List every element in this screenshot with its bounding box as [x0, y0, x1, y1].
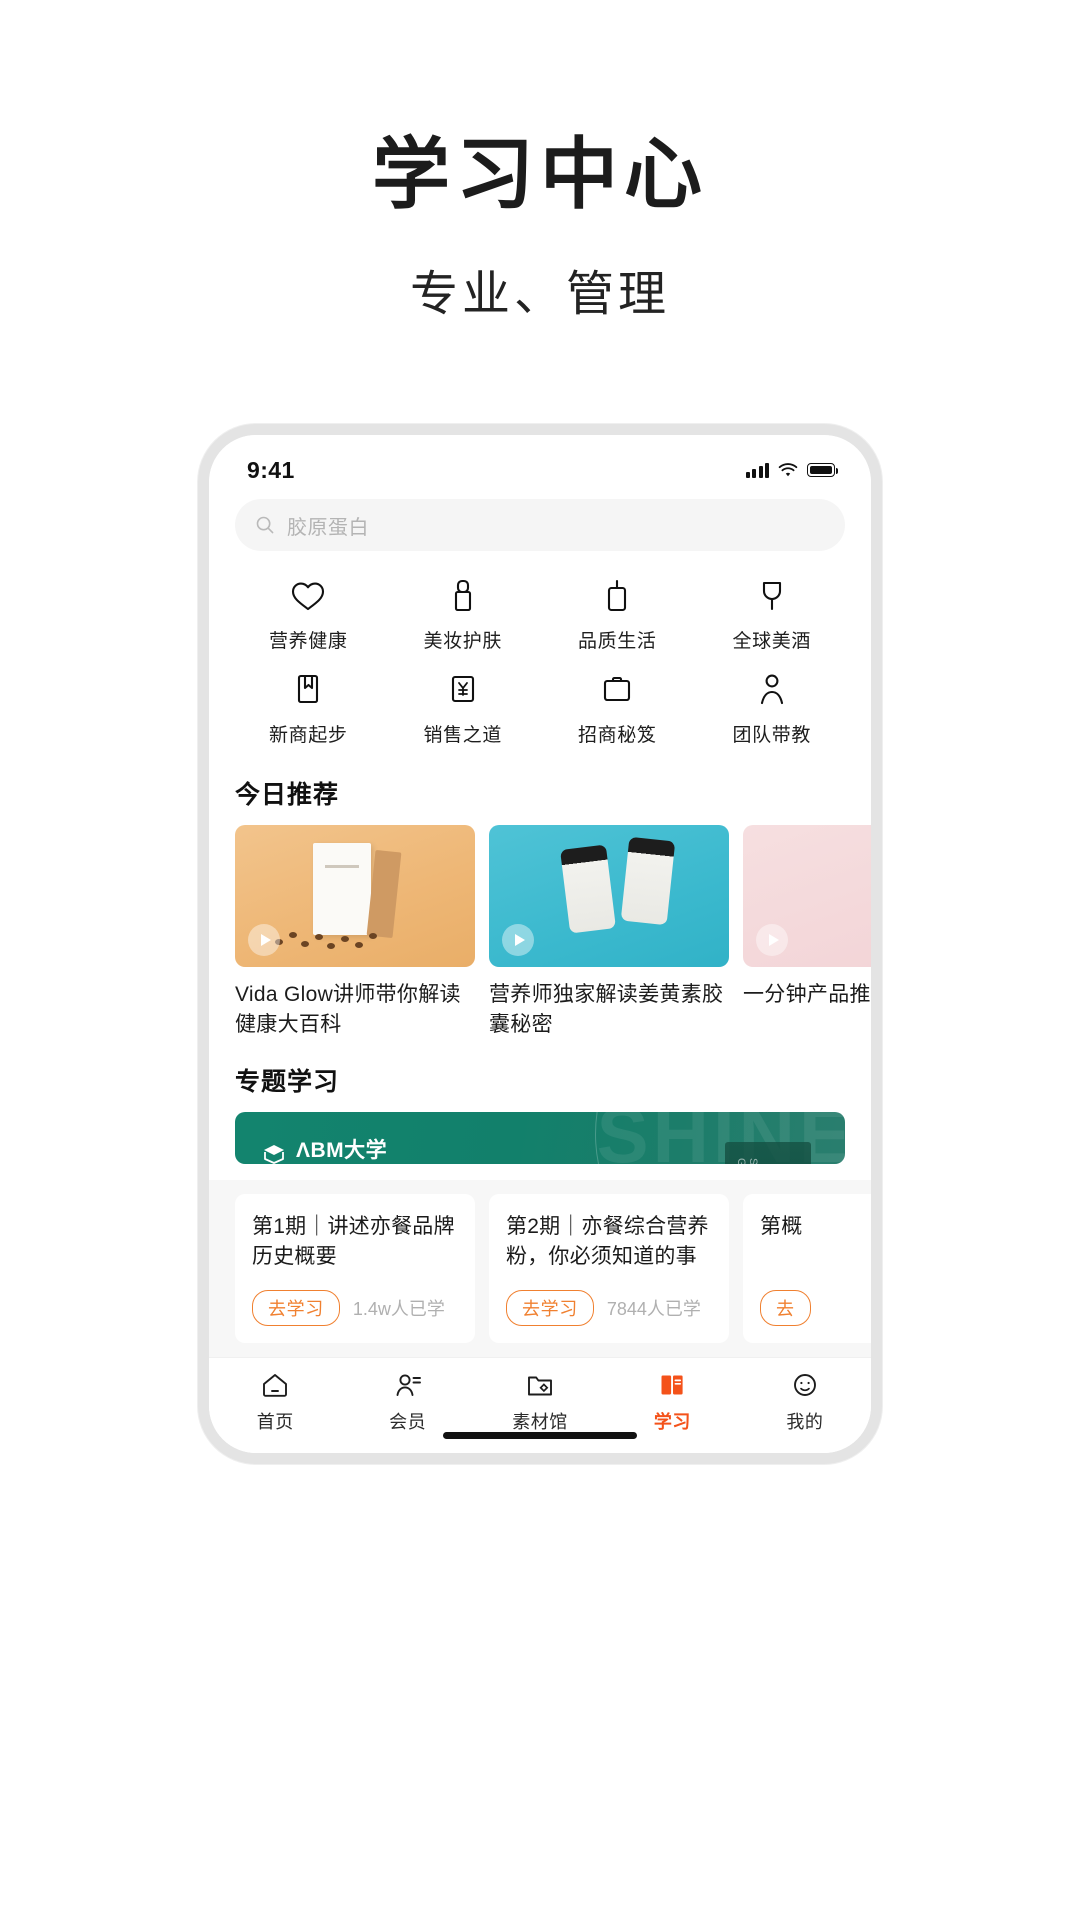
tab-label: 首页 [256, 1412, 294, 1432]
search-icon [256, 516, 274, 534]
category-label: 全球美酒 [732, 631, 811, 652]
course-learner-count: 7844人已学 [606, 1299, 701, 1319]
today-card-thumbnail [235, 825, 475, 967]
category-label: 营养健康 [269, 631, 348, 652]
category-item-nutrition[interactable]: 营养健康 [231, 577, 386, 653]
course-title: 第概 [760, 1215, 803, 1238]
tab-materials[interactable]: 素材馆 [474, 1370, 606, 1434]
today-heading: 今日推荐 [235, 781, 340, 809]
category-grid: 营养健康 美妆护肤 品质生活 全球美酒 新商起步 销售之道 招商秘笈 团队带教 [209, 551, 871, 753]
yen-icon [447, 671, 479, 709]
heart-icon [290, 577, 326, 615]
today-card-thumbnail [743, 825, 871, 967]
search-section: 胶原蛋白 [209, 497, 871, 551]
tab-label: 学习 [653, 1412, 691, 1432]
page-title: 学习中心 [371, 130, 708, 218]
course-footer: 去学习 7844人已学 [506, 1290, 712, 1326]
course-learner-count: 1.4w人已学 [352, 1299, 445, 1319]
category-label: 团队带教 [732, 725, 811, 746]
today-card-title: 营养师独家解读姜黄素胶囊秘密 [489, 983, 724, 1036]
banner-brand-name: ΛBM大学 [296, 1138, 388, 1162]
product-box-graphic [313, 843, 371, 935]
banner-pack-text: SHINE GREENS [735, 1158, 759, 1164]
course-cta-button[interactable]: 去 [760, 1290, 811, 1326]
today-card-thumbnail [489, 825, 729, 967]
signal-bars-icon [745, 462, 769, 478]
search-placeholder: 胶原蛋白 [287, 516, 369, 539]
hero-section: 学习中心 专业、管理 [0, 0, 1080, 324]
today-card-title: 一分钟产品推 [743, 983, 871, 1006]
bag-icon [601, 577, 633, 615]
search-input[interactable]: 胶原蛋白 [235, 499, 845, 551]
page-subtitle: 专业、管理 [409, 268, 670, 322]
category-item-sales[interactable]: 销售之道 [386, 671, 541, 747]
tab-home[interactable]: 首页 [209, 1370, 341, 1434]
today-card-title: Vida Glow讲师带你解读健康大百科 [235, 983, 461, 1036]
tab-learning[interactable]: 学习 [606, 1370, 738, 1434]
home-indicator[interactable] [443, 1432, 637, 1439]
today-card[interactable]: 一分钟产品推 [743, 825, 871, 1040]
category-label: 招商秘笈 [578, 725, 657, 746]
tab-label: 会员 [389, 1412, 427, 1432]
status-icons [745, 462, 839, 478]
member-icon [394, 1370, 422, 1400]
course-title: 第2期｜亦餐综合营养粉，你必须知道的事 [506, 1215, 709, 1269]
graduation-cap-icon [261, 1141, 287, 1164]
person-icon [756, 671, 788, 709]
status-bar: 9:41 [209, 435, 871, 497]
tab-profile[interactable]: 我的 [739, 1370, 871, 1434]
book-icon [292, 671, 324, 709]
lipstick-icon [447, 577, 479, 615]
banner-product-pack: SHINE GREENS [725, 1141, 811, 1164]
wifi-icon [778, 462, 798, 478]
course-cta-button[interactable]: 去学习 [506, 1290, 594, 1326]
wine-glass-icon [756, 577, 788, 615]
tab-label: 我的 [786, 1412, 824, 1432]
topic-heading: 专题学习 [235, 1067, 340, 1096]
category-item-beauty[interactable]: 美妆护肤 [386, 577, 541, 653]
screen-body: 胶原蛋白 营养健康 美妆护肤 品质生活 全球美酒 新商起步 销售之道 招商秘笈 … [209, 497, 871, 1357]
category-label: 美妆护肤 [423, 631, 502, 652]
folder-icon [526, 1370, 554, 1400]
today-card[interactable]: 营养师独家解读姜黄素胶囊秘密 [489, 825, 729, 1040]
course-card[interactable]: 第1期｜讲述亦餐品牌历史概要 去学习 1.4w人已学 [235, 1194, 475, 1343]
course-footer: 去 [760, 1290, 871, 1326]
home-icon [261, 1370, 289, 1400]
supplement-bottle-graphic-2 [620, 836, 676, 926]
battery-icon [807, 463, 839, 477]
category-label: 销售之道 [423, 725, 502, 746]
category-label: 品质生活 [578, 631, 657, 652]
course-title: 第1期｜讲述亦餐品牌历史概要 [252, 1215, 455, 1269]
supplement-bottle-graphic [560, 844, 616, 934]
briefcase-icon [600, 671, 634, 709]
product-box-graphic-2 [366, 849, 402, 939]
course-cta-button[interactable]: 去学习 [252, 1290, 340, 1326]
status-time: 9:41 [247, 456, 295, 483]
category-item-wine[interactable]: 全球美酒 [695, 577, 850, 653]
category-item-newseller[interactable]: 新商起步 [231, 671, 386, 747]
phone-mockup: 9:41 胶原蛋白 营养健康 美妆护肤 品质生活 全球美酒 新商起步 销售之道 … [198, 424, 882, 1464]
play-icon[interactable] [756, 924, 788, 956]
play-icon[interactable] [502, 924, 534, 956]
course-footer: 去学习 1.4w人已学 [252, 1290, 458, 1326]
course-card-row[interactable]: 第1期｜讲述亦餐品牌历史概要 去学习 1.4w人已学 第2期｜亦餐综合营养粉，你… [209, 1180, 871, 1357]
book-open-icon [658, 1370, 686, 1400]
tab-label: 素材馆 [512, 1412, 568, 1432]
category-item-lifestyle[interactable]: 品质生活 [540, 577, 695, 653]
profile-icon [791, 1370, 819, 1400]
course-card[interactable]: 第2期｜亦餐综合营养粉，你必须知道的事 去学习 7844人已学 [489, 1194, 729, 1343]
topic-banner[interactable]: SHINE SHINE GREENS ΛBM大学 ABM.UNIVERSITY [235, 1111, 845, 1164]
category-item-recruit[interactable]: 招商秘笈 [540, 671, 695, 747]
category-label: 新商起步 [269, 725, 348, 746]
tab-member[interactable]: 会员 [341, 1370, 473, 1434]
course-card[interactable]: 第概 去 [743, 1194, 871, 1343]
play-icon[interactable] [248, 924, 280, 956]
page-root: 学习中心 专业、管理 9:41 胶原蛋白 营养健康 美妆护肤 品质生活 全球美酒… [0, 0, 1080, 1920]
coffee-beans-graphic [271, 929, 391, 951]
today-card[interactable]: Vida Glow讲师带你解读健康大百科 [235, 825, 475, 1040]
phone-screen: 9:41 胶原蛋白 营养健康 美妆护肤 品质生活 全球美酒 新商起步 销售之道 … [209, 435, 871, 1453]
category-item-team[interactable]: 团队带教 [695, 671, 850, 747]
today-card-row[interactable]: Vida Glow讲师带你解读健康大百科 营养师独家解读姜黄素胶囊秘密 一分钟产… [209, 825, 871, 1040]
